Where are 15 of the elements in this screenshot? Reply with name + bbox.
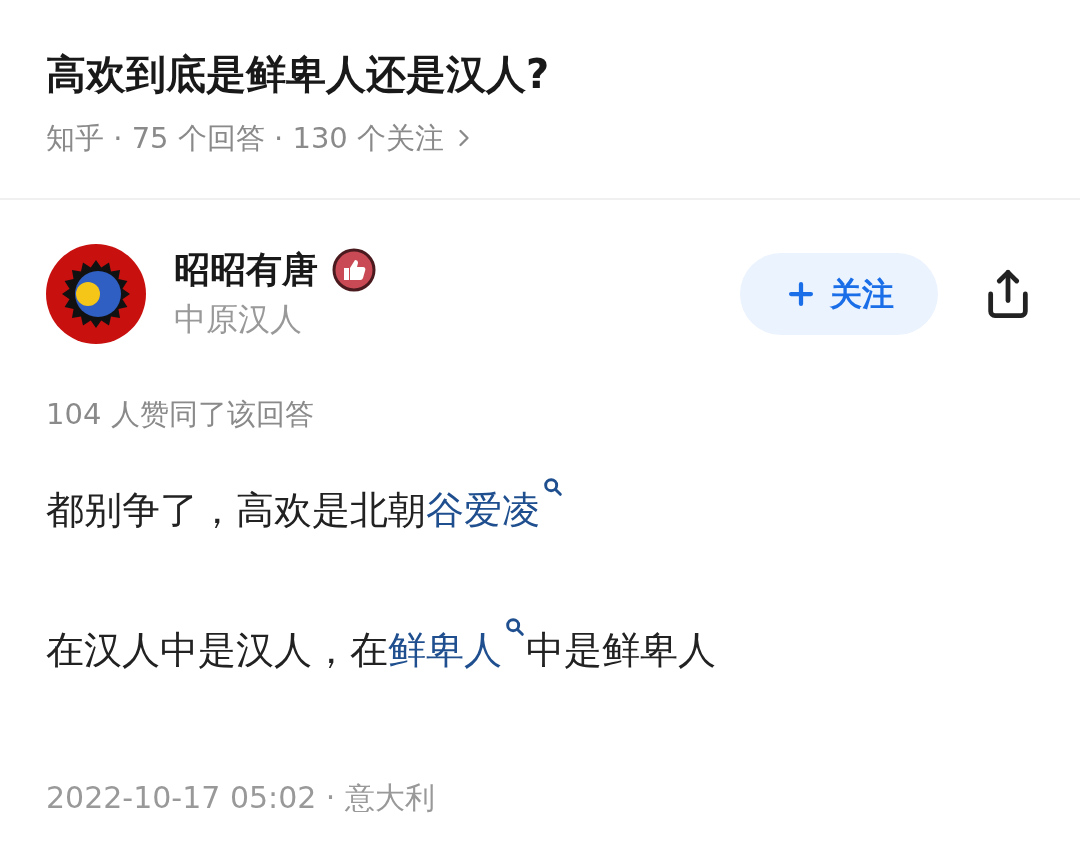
thumbs-up-badge-icon [332,248,376,292]
author-bio: 中原汉人 [174,299,303,340]
search-icon [504,616,526,638]
search-link[interactable]: 鲜卑人 [388,622,526,678]
answer-paragraph: 在汉人中是汉人，在鲜卑人 中是鲜卑人 [46,622,1034,678]
avatar[interactable] [46,244,146,344]
answer-paragraph: 都别争了，高欢是北朝谷爱凌 [46,482,1034,538]
question-meta: 知乎 · 75 个回答 · 130 个关注 [46,120,444,157]
search-link[interactable]: 谷爱凌 [426,482,564,538]
author-name[interactable]: 昭昭有唐 [174,246,318,294]
upvote-count: 104 人赞同了该回答 [46,396,315,433]
answer-date-location: 2022-10-17 05:02 · 意大利 [46,779,436,817]
follow-button[interactable]: 关注 [740,253,938,335]
question-title: 高欢到底是鲜卑人还是汉人? [46,50,551,99]
search-icon [542,476,564,498]
